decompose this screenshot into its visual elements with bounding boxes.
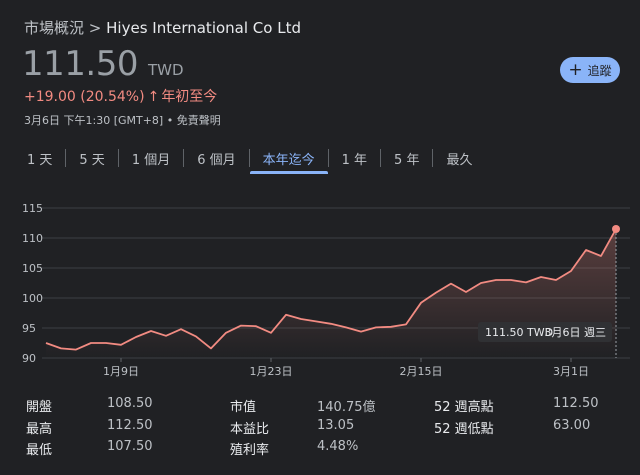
tab-range-1[interactable]: 5 天 — [66, 149, 117, 168]
tab-range-7[interactable]: 最久 — [433, 149, 485, 168]
x-tick-label: 2月15日 — [400, 365, 443, 378]
stat-label: 52 週低點 — [434, 421, 494, 437]
last-price-point[interactable] — [612, 225, 620, 233]
follow-button[interactable]: + 追蹤 — [560, 57, 620, 83]
follow-button-label: 追蹤 — [587, 63, 612, 78]
tooltip-date: 3月6日 週三 — [545, 326, 607, 339]
stat-value: 112.50 — [107, 417, 153, 433]
y-tick-label: 100 — [22, 292, 43, 305]
breadcrumb-company: Hiyes International Co Ltd — [106, 19, 301, 37]
tab-range-5[interactable]: 1 年 — [329, 149, 380, 168]
tab-range-4[interactable]: 本年迄今 — [249, 149, 328, 174]
tab-range-0[interactable]: 1 天 — [14, 149, 65, 168]
y-tick-label: 95 — [22, 322, 36, 335]
y-tick-label: 105 — [22, 262, 43, 275]
stat-value: 107.50 — [107, 439, 153, 454]
arrow-up-icon: ↑ — [147, 89, 160, 105]
tab-range-2[interactable]: 1 個月 — [119, 149, 183, 168]
x-tick-label: 1月9日 — [103, 365, 139, 378]
currency-label: TWD — [147, 61, 184, 79]
stat-value: 140.75億 — [317, 400, 376, 415]
stat-label: 最低 — [26, 443, 53, 458]
stat-value: 13.05 — [317, 417, 355, 433]
stat-label: 市值 — [230, 400, 257, 415]
plus-icon: + — [568, 59, 583, 80]
stat-value: 108.50 — [107, 396, 153, 411]
stat-label: 最高 — [26, 421, 53, 437]
price-row: 111.50 TWD — [22, 44, 184, 84]
stat-label: 殖利率 — [230, 443, 270, 458]
x-tick-label: 3月1日 — [553, 365, 589, 378]
range-tabs: 1 天5 天1 個月 6 個月 本年迄今 1 年5 年最久 — [14, 146, 485, 174]
stat-value: 63.00 — [553, 417, 591, 433]
price-chart[interactable]: 90 95 100 105 110 115 1月9日 1月23日 2月15日 3月1日 111.50… — [0, 192, 640, 382]
timestamp-disclaimer: 3月6日 下午1:30 [GMT+8] • 免責聲明 — [24, 114, 221, 127]
price-change: +19.00 (20.54%) ↑ 年初至今 — [24, 86, 217, 106]
tab-range-6[interactable]: 5 年 — [381, 149, 432, 168]
x-tick-label: 1月23日 — [250, 365, 293, 378]
y-tick-label: 110 — [22, 232, 43, 245]
change-value: +19.00 (20.54%) — [24, 89, 145, 105]
y-tick-label: 90 — [22, 352, 36, 365]
stat-label: 開盤 — [26, 400, 53, 415]
stat-value: 112.50 — [553, 396, 599, 411]
breadcrumb: 市場概況 > Hiyes International Co Ltd — [24, 17, 301, 38]
breadcrumb-separator: > — [88, 19, 102, 37]
current-price: 111.50 — [22, 44, 138, 84]
tab-range-3[interactable]: 6 個月 — [184, 149, 248, 168]
breadcrumb-section-link[interactable]: 市場概況 — [24, 19, 84, 37]
stat-label: 本益比 — [230, 421, 270, 437]
y-tick-label: 115 — [22, 202, 43, 215]
stat-value: 4.48% — [317, 439, 359, 454]
tooltip-price: 111.50 TWD — [485, 326, 553, 339]
stat-label: 52 週高點 — [434, 400, 494, 415]
change-period: 年初至今 — [161, 89, 218, 105]
